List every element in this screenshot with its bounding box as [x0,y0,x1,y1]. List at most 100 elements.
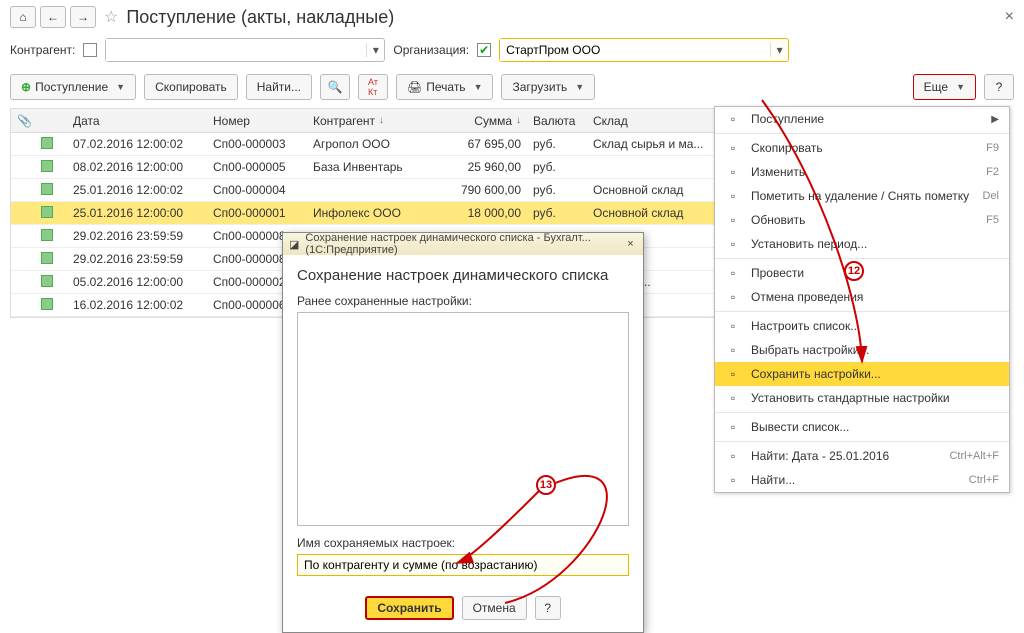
save-button[interactable]: Сохранить [365,596,453,620]
cell-currency: руб. [527,137,587,151]
settings-name-label: Имя сохраняемых настроек: [297,536,629,550]
home-button[interactable]: ⌂ [10,6,36,28]
cell-counterparty: База Инвентарь [307,160,437,174]
menu-item[interactable]: ▫Установить период... [715,232,1009,256]
dialog-window-title: Сохранение настроек динамического списка… [305,232,617,256]
favorite-icon[interactable]: ☆ [104,7,118,27]
menu-icon: ▫ [725,213,741,227]
clear-filter-button[interactable]: 🔍 [320,74,350,100]
chevron-down-icon: ▼ [116,82,125,92]
document-icon [41,160,53,172]
settings-name-input[interactable] [297,554,629,576]
menu-item[interactable]: ▫Сохранить настройки... [715,362,1009,386]
menu-item[interactable]: ▫Настроить список... [715,314,1009,338]
document-icon [41,275,53,287]
menu-icon: ▫ [725,141,741,155]
menu-icon: ▫ [725,237,741,251]
menu-item[interactable]: ▫Вывести список... [715,415,1009,439]
currency-column[interactable]: Валюта [527,114,587,128]
org-combo[interactable]: ▾ [499,38,789,62]
cell-date: 07.02.2016 12:00:02 [67,137,207,151]
help-button[interactable]: ? [984,74,1014,100]
more-button[interactable]: Еще▼ [913,74,976,100]
menu-item[interactable]: ▫ИзменитьF2 [715,160,1009,184]
new-receipt-button[interactable]: ⊕Поступление▼ [10,74,136,100]
cell-date: 16.02.2016 12:00:02 [67,298,207,312]
cell-currency: руб. [527,206,587,220]
menu-icon: ▫ [725,319,741,333]
menu-icon: ▫ [725,449,741,463]
menu-icon: ▫ [725,266,741,280]
back-button[interactable]: ← [40,6,66,28]
org-checkbox[interactable]: ✔ [477,43,491,57]
cell-date: 25.01.2016 12:00:00 [67,206,207,220]
document-icon [41,137,53,149]
plus-icon: ⊕ [21,80,31,94]
menu-item[interactable]: ▫Найти: Дата - 25.01.2016Ctrl+Alt+F [715,444,1009,468]
cancel-button[interactable]: Отмена [462,596,527,620]
cell-date: 08.02.2016 12:00:00 [67,160,207,174]
menu-icon: ▫ [725,473,741,487]
cell-currency: руб. [527,160,587,174]
document-icon [41,183,53,195]
number-column[interactable]: Номер [207,114,307,128]
dialog-close-icon[interactable]: × [624,238,637,250]
cell-sum: 790 600,00 [437,183,527,197]
shortcut: F5 [986,214,999,226]
find-button[interactable]: Найти... [246,74,312,100]
shortcut: Ctrl+Alt+F [949,450,999,462]
menu-item[interactable]: ▫СкопироватьF9 [715,136,1009,160]
menu-icon: ▫ [725,290,741,304]
menu-item[interactable]: ▫Найти...Ctrl+F [715,468,1009,492]
date-column[interactable]: Дата [67,114,207,128]
cell-date: 25.01.2016 12:00:02 [67,183,207,197]
annotation-badge-13: 13 [536,475,556,495]
cell-counterparty: Агропол ООО [307,137,437,151]
counterparty-combo[interactable]: ▾ [105,38,385,62]
close-icon[interactable]: × [1005,8,1014,26]
menu-item[interactable]: ▫Отмена проведения [715,285,1009,309]
cell-date: 29.02.2016 23:59:59 [67,252,207,266]
cell-number: Сп00-000005 [207,160,307,174]
copy-button[interactable]: Скопировать [144,74,238,100]
sum-column[interactable]: Сумма ↓ [437,114,527,128]
menu-item[interactable]: ▫Установить стандартные настройки [715,386,1009,410]
chevron-down-icon[interactable]: ▾ [366,43,384,57]
menu-item[interactable]: ▫ОбновитьF5 [715,208,1009,232]
print-button[interactable]: 🖨 Печать▼ [396,74,493,100]
previous-settings-list[interactable] [297,312,629,526]
dt-kt-button[interactable]: АтКт [358,74,388,100]
cell-number: Сп00-000001 [207,206,307,220]
more-menu: ▫Поступление▶ ▫СкопироватьF9▫ИзменитьF2▫П… [714,106,1010,493]
shortcut: Ctrl+F [969,474,999,486]
load-button[interactable]: Загрузить▼ [501,74,595,100]
shortcut: F9 [986,142,999,154]
counterparty-input[interactable] [106,39,366,61]
dialog-title: Сохранение настроек динамического списка [297,267,629,284]
app-icon: ◪ [289,238,299,251]
menu-item[interactable]: ▫Пометить на удаление / Снять пометкуDel [715,184,1009,208]
cell-date: 29.02.2016 23:59:59 [67,229,207,243]
menu-icon: ▫ [725,391,741,405]
dialog-titlebar[interactable]: ◪ Сохранение настроек динамического спис… [283,233,643,255]
menu-icon: ▫ [725,189,741,203]
shortcut: Del [982,190,999,202]
document-icon [41,298,53,310]
attach-column[interactable]: 📎 [11,114,35,128]
counterparty-checkbox[interactable] [83,43,97,57]
forward-button[interactable]: → [70,6,96,28]
shortcut: F2 [986,166,999,178]
cell-number: Сп00-000003 [207,137,307,151]
chevron-down-icon[interactable]: ▾ [770,43,788,57]
annotation-badge-12: 12 [844,261,864,281]
dialog-help-button[interactable]: ? [535,596,561,620]
cell-sum: 25 960,00 [437,160,527,174]
menu-icon: ▫ [725,367,741,381]
page-title: Поступление (акты, накладные) [126,7,394,28]
cell-date: 05.02.2016 12:00:00 [67,275,207,289]
menu-item[interactable]: ▫Выбрать настройки... [715,338,1009,362]
menu-item[interactable]: ▫Поступление▶ [715,107,1009,131]
counterparty-column[interactable]: Контрагент ↓ [307,114,437,128]
org-input[interactable] [500,39,770,61]
menu-icon: ▫ [725,420,741,434]
